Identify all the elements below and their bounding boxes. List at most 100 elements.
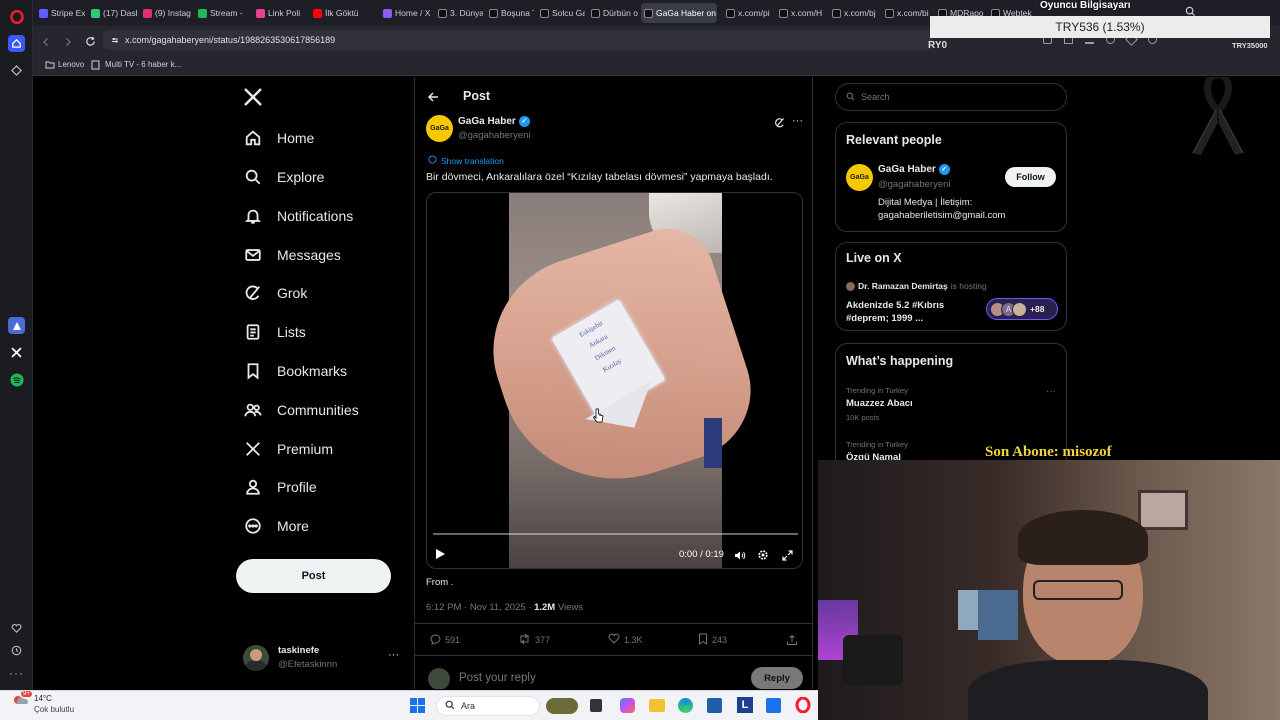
tab[interactable]: Stripe Ex [36,3,85,23]
author-handle[interactable]: @gagahaberyeni [458,130,531,141]
tab[interactable]: (17) Dash [88,3,137,23]
search-box[interactable]: Search [835,83,1067,111]
nav-communities[interactable]: Communities [243,396,359,424]
back-arrow-icon[interactable] [427,90,439,108]
reply-count: 591 [445,635,461,645]
tab[interactable]: Dürbün o [588,3,638,23]
live-host-row[interactable]: Dr. Ramazan Demirtaş is hosting [846,281,987,291]
post-more-icon[interactable]: ··· [792,115,803,127]
back-icon[interactable] [41,34,51,52]
trend-more-icon[interactable]: ··· [1046,386,1056,397]
share-icon[interactable] [786,633,798,651]
like-count: 1.3K [624,634,643,645]
heart-icon[interactable] [8,620,25,637]
url-field[interactable]: x.com/gagahaberyeni/status/1988263530617… [103,30,933,50]
tab[interactable]: Stream - [195,3,245,23]
nav-home[interactable]: Home [243,124,314,152]
windows-start-icon[interactable] [410,698,425,718]
trend-meta: Trending in Turkey [846,440,908,449]
tab[interactable]: Solcu Ga [537,3,585,23]
home-icon[interactable] [8,35,25,52]
relevant-avatar[interactable]: GaGa [846,164,873,191]
tab[interactable]: İlk Göktü [310,3,365,23]
author-avatar[interactable]: GaGa [426,115,453,142]
x-logo-icon[interactable] [243,87,263,112]
spotify-icon[interactable] [8,371,25,388]
tab-label: Home / X [395,8,431,18]
host-avatar [846,281,855,291]
tab[interactable]: x.com/bj [829,3,879,23]
video-player[interactable]: Eskişehir Ankara Dikmen Kızılay 0:00 / 0… [426,192,803,569]
live-listeners[interactable]: A +88 [986,298,1058,320]
task-view-icon[interactable] [590,699,602,712]
grok-analyze-icon[interactable] [773,116,785,134]
edge-icon[interactable] [678,698,693,713]
settings-icon[interactable] [757,548,769,566]
nav-grok[interactable]: Grok [243,279,307,307]
file-explorer-icon[interactable] [649,699,665,712]
opera-taskbar-icon[interactable] [795,696,811,714]
tab[interactable]: Link Poli [253,3,306,23]
relevant-name-row[interactable]: GaGa Haber ✓ [878,164,950,175]
nav-lists[interactable]: Lists [243,318,306,346]
tab-active[interactable]: GaGa Haber on [641,3,717,23]
nav-premium[interactable]: Premium [243,435,333,463]
mail-app-icon[interactable] [766,698,781,713]
tab[interactable]: x.com/pi [723,3,773,23]
trend-name[interactable]: Muazzez Abacı [846,398,913,409]
site-info-icon[interactable] [110,35,120,47]
show-translation-link[interactable]: Show translation [428,155,504,166]
fullscreen-icon[interactable] [782,548,793,566]
nav-label: More [277,518,309,534]
nav-explore[interactable]: Explore [243,163,324,191]
opera-logo-icon[interactable] [8,8,25,25]
tab[interactable]: 3. Dünya [435,3,483,23]
play-icon[interactable] [435,547,446,565]
post-button[interactable]: Post [236,559,391,593]
history-icon[interactable] [8,642,25,659]
timestamp-text[interactable]: 6:12 PM · Nov 11, 2025 · [426,602,534,613]
bookmark-lenovo[interactable]: Lenovo [58,60,84,69]
author-name-row[interactable]: GaGa Haber ✓ [458,116,530,127]
nav-messages[interactable]: Messages [243,241,341,269]
account-switcher[interactable]: taskinefe @Efetaskinnn ··· [243,643,403,677]
live-space-title[interactable]: Akdenizde 5.2 #Kıbrıs #deprem; 1999 ... [846,299,981,325]
video-progress-track[interactable] [433,533,798,535]
divider [415,623,812,624]
reply-input[interactable]: Post your reply [459,672,536,684]
reply-action[interactable]: 591 [429,633,460,647]
x-app-icon[interactable] [8,344,25,361]
more-circle-icon [243,516,263,536]
tab[interactable]: Home / X [380,3,432,23]
tab[interactable]: (9) Instag [140,3,192,23]
volume-icon[interactable] [734,548,746,566]
nav-bookmarks[interactable]: Bookmarks [243,357,347,385]
like-action[interactable]: 1.3K [608,633,643,646]
repost-action[interactable]: 377 [518,633,550,647]
tab[interactable]: Boşuna T [486,3,534,23]
copilot-icon[interactable] [620,698,635,713]
account-more-icon[interactable]: ··· [388,649,399,661]
more-icon[interactable]: ··· [8,664,25,681]
widgets-icon[interactable] [546,698,578,714]
bookmark-action[interactable]: 243 [698,633,727,647]
taskbar-search[interactable]: Ara [436,696,540,716]
trend-meta: Trending in Turkey [846,386,908,395]
lenovo-vantage-icon[interactable]: L [737,697,753,713]
store-icon[interactable] [707,698,722,713]
tab-favicon-icon [91,8,100,18]
reply-button[interactable]: Reply [751,667,803,689]
follow-button[interactable]: Follow [1005,167,1056,187]
forward-icon[interactable] [63,34,73,52]
bookmark-count: 243 [712,635,728,645]
reload-icon[interactable] [85,34,96,52]
app-icon[interactable] [8,317,25,334]
taskbar-search-icon [445,697,455,715]
tab[interactable]: x.com/H [776,3,826,23]
pinboard-icon[interactable] [8,62,25,79]
bookmark-multitv[interactable]: Multi TV - 6 haber k... [105,60,181,69]
nav-notifications[interactable]: Notifications [243,202,353,230]
tab[interactable]: x.com/bi [882,3,932,23]
nav-profile[interactable]: Profile [243,473,317,501]
nav-more[interactable]: More [243,512,309,540]
